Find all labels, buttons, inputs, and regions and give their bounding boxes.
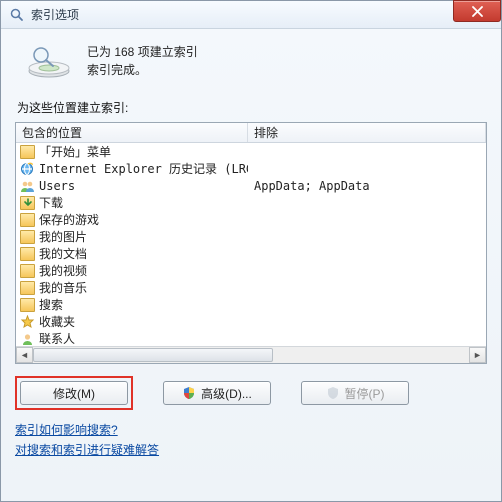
shield-icon xyxy=(182,386,196,400)
list-header: 包含的位置 排除 xyxy=(16,123,486,143)
ie-icon xyxy=(20,162,35,176)
indexing-options-window: 索引选项 已为 168 项建立索引 索引完成。 为这些位置建立索引: xyxy=(0,0,502,502)
list-row[interactable]: 收藏夹 xyxy=(16,313,486,330)
list-row[interactable]: 我的音乐 xyxy=(16,279,486,296)
list-row[interactable]: Internet Explorer 历史记录 (LRG... xyxy=(16,160,486,177)
locations-list[interactable]: 包含的位置 排除 「开始」菜单Internet Explorer 历史记录 (L… xyxy=(15,122,487,364)
window-title: 索引选项 xyxy=(31,6,79,23)
search-folder-icon xyxy=(20,298,35,312)
advanced-button[interactable]: 高级(D)... xyxy=(163,381,271,405)
download-folder-icon xyxy=(20,196,35,210)
scroll-thumb[interactable] xyxy=(33,348,273,362)
users-icon xyxy=(20,179,35,193)
modify-label: 修改(M) xyxy=(53,385,95,402)
row-name: 收藏夹 xyxy=(39,313,75,330)
videos-folder-icon xyxy=(20,264,35,278)
row-name: 保存的游戏 xyxy=(39,211,99,228)
documents-folder-icon xyxy=(20,247,35,261)
row-name: 联系人 xyxy=(39,330,75,346)
col-include-header[interactable]: 包含的位置 xyxy=(16,123,248,142)
list-row[interactable]: 我的图片 xyxy=(16,228,486,245)
favorites-icon xyxy=(20,315,35,329)
status-row: 已为 168 项建立索引 索引完成。 xyxy=(15,37,487,93)
status-text: 已为 168 项建立索引 索引完成。 xyxy=(87,43,198,79)
list-row[interactable]: 我的视频 xyxy=(16,262,486,279)
list-body[interactable]: 「开始」菜单Internet Explorer 历史记录 (LRG...User… xyxy=(16,143,486,346)
row-name: 搜索 xyxy=(39,296,63,313)
scroll-right-arrow[interactable]: ► xyxy=(469,347,486,363)
close-icon xyxy=(472,6,483,17)
locations-label: 为这些位置建立索引: xyxy=(17,99,487,116)
scroll-track[interactable] xyxy=(33,347,469,363)
row-name: 我的图片 xyxy=(39,228,87,245)
help-links: 索引如何影响搜索? 对搜索和索引进行疑难解答 xyxy=(15,420,487,460)
advanced-label: 高级(D)... xyxy=(201,385,252,402)
pause-button: 暂停(P) xyxy=(301,381,409,405)
col-exclude-header[interactable]: 排除 xyxy=(248,123,486,142)
index-complete: 索引完成。 xyxy=(87,61,198,79)
list-row[interactable]: Users AppData; AppData xyxy=(16,177,486,194)
list-row[interactable]: 联系人 xyxy=(16,330,486,346)
drive-search-icon xyxy=(25,43,73,79)
row-name: 我的音乐 xyxy=(39,279,87,296)
content-area: 已为 168 项建立索引 索引完成。 为这些位置建立索引: 包含的位置 排除 「… xyxy=(1,29,501,470)
row-name: 「开始」菜单 xyxy=(39,143,111,160)
row-exclude: AppData; AppData xyxy=(254,179,370,193)
list-row[interactable]: 「开始」菜单 xyxy=(16,143,486,160)
link-troubleshoot[interactable]: 对搜索和索引进行疑难解答 xyxy=(15,443,159,457)
modify-button[interactable]: 修改(M) xyxy=(20,381,128,405)
row-name: 我的文档 xyxy=(39,245,87,262)
close-button[interactable] xyxy=(453,0,501,22)
link-how-affects-search[interactable]: 索引如何影响搜索? xyxy=(15,423,118,437)
contacts-icon xyxy=(20,332,35,346)
music-folder-icon xyxy=(20,281,35,295)
row-name: 下载 xyxy=(39,194,63,211)
search-icon xyxy=(9,7,25,23)
indexed-count: 已为 168 项建立索引 xyxy=(87,43,198,61)
pause-label: 暂停(P) xyxy=(345,385,385,402)
shield-icon xyxy=(326,386,340,400)
row-name: Internet Explorer 历史记录 (LRG... xyxy=(39,160,248,177)
row-name: Users xyxy=(39,179,75,193)
titlebar[interactable]: 索引选项 xyxy=(1,1,501,29)
list-row[interactable]: 保存的游戏 xyxy=(16,211,486,228)
pictures-folder-icon xyxy=(20,230,35,244)
scroll-left-arrow[interactable]: ◄ xyxy=(16,347,33,363)
games-folder-icon xyxy=(20,213,35,227)
horizontal-scrollbar[interactable]: ◄ ► xyxy=(16,346,486,363)
list-row[interactable]: 下载 xyxy=(16,194,486,211)
folder-icon xyxy=(20,145,35,159)
button-row: 修改(M) 高级(D)... 暂停(P) xyxy=(15,376,487,410)
row-name: 我的视频 xyxy=(39,262,87,279)
list-row[interactable]: 搜索 xyxy=(16,296,486,313)
list-row[interactable]: 我的文档 xyxy=(16,245,486,262)
highlight-box: 修改(M) xyxy=(15,376,133,410)
